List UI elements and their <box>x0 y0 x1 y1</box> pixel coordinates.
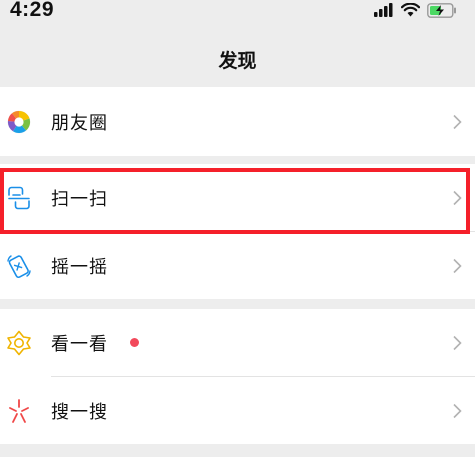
chevron-right-icon <box>453 403 462 418</box>
search-sparkle-icon <box>6 398 32 424</box>
menu-item-search[interactable]: 搜一搜 <box>0 377 475 444</box>
menu-group-tools: 扫一扫 摇一摇 <box>0 164 475 299</box>
chevron-right-icon <box>453 258 462 273</box>
battery-charging-icon <box>427 2 456 18</box>
signal-icon <box>374 3 393 17</box>
bottom-spacer <box>0 444 475 457</box>
status-icons <box>374 1 457 19</box>
wifi-icon <box>401 3 420 17</box>
new-content-badge-dot <box>130 338 139 347</box>
menu-item-moments[interactable]: 朋友圈 <box>0 88 475 155</box>
status-bar: 4:29 <box>0 0 475 34</box>
menu-item-shake[interactable]: 摇一摇 <box>0 232 475 299</box>
shake-phone-icon <box>6 253 32 279</box>
chevron-right-icon <box>453 335 462 350</box>
nav-bar: 发现 <box>0 34 475 86</box>
moments-camera-aperture-icon <box>6 109 32 135</box>
menu-item-moments-label: 朋友圈 <box>51 112 108 134</box>
menu-item-scan[interactable]: 扫一扫 <box>0 164 475 231</box>
chevron-right-icon <box>453 114 462 129</box>
top-stories-icon <box>6 330 32 356</box>
scan-icon <box>6 185 32 211</box>
menu-group-discover: 看一看 搜一搜 <box>0 309 475 444</box>
menu-item-search-label: 搜一搜 <box>51 401 108 423</box>
menu-item-top-stories-label: 看一看 <box>51 333 108 355</box>
menu-item-top-stories[interactable]: 看一看 <box>0 309 475 376</box>
menu-item-shake-label: 摇一摇 <box>51 256 108 278</box>
page-title: 发现 <box>218 49 257 72</box>
chevron-right-icon <box>453 190 462 205</box>
status-time: 4:29 <box>10 0 55 21</box>
menu-item-scan-label: 扫一扫 <box>51 188 108 210</box>
menu-group-moments: 朋友圈 <box>0 87 475 156</box>
